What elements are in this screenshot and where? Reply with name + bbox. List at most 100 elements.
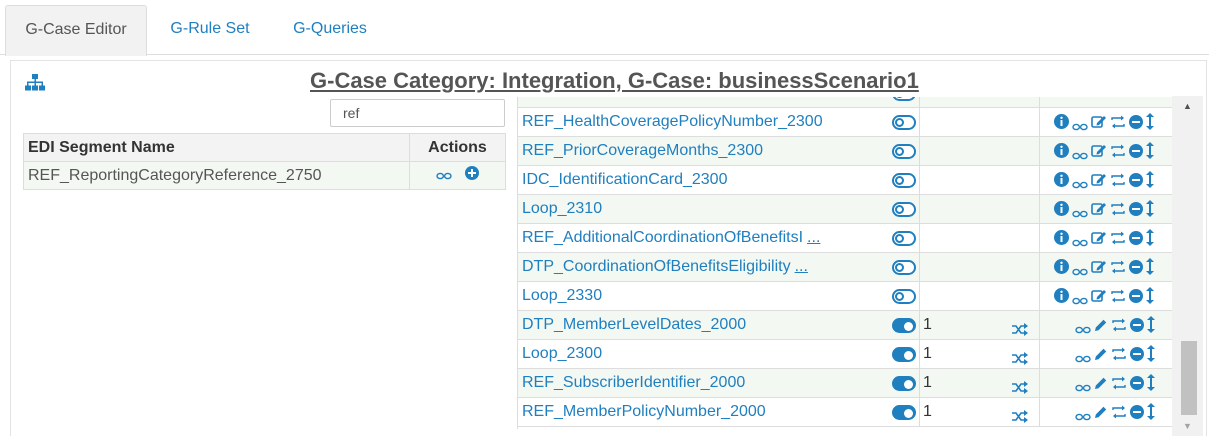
list-item[interactable]: DTP_MemberLevelDates_2000 1 bbox=[518, 311, 1172, 340]
move-icon[interactable] bbox=[1146, 113, 1154, 135]
link-icon[interactable] bbox=[1072, 205, 1088, 223]
move-icon[interactable] bbox=[1146, 229, 1154, 251]
info-icon[interactable] bbox=[1054, 114, 1069, 134]
edit-icon[interactable] bbox=[1091, 288, 1107, 308]
edit-icon[interactable] bbox=[1091, 114, 1107, 134]
scroll-thumb[interactable] bbox=[1181, 341, 1197, 415]
remove-icon[interactable] bbox=[1130, 405, 1144, 424]
pencil-icon[interactable] bbox=[1094, 376, 1108, 395]
enable-toggle[interactable] bbox=[892, 318, 916, 333]
remove-icon[interactable] bbox=[1129, 202, 1143, 221]
remove-icon[interactable] bbox=[1130, 376, 1144, 395]
tab-g-case-editor[interactable]: G-Case Editor bbox=[5, 5, 147, 56]
remove-icon[interactable] bbox=[1129, 231, 1143, 250]
enable-toggle[interactable] bbox=[892, 202, 916, 217]
link-icon[interactable] bbox=[1075, 321, 1091, 339]
list-item[interactable]: REF_PriorCoverageMonths_2300 bbox=[518, 137, 1172, 166]
remove-icon[interactable] bbox=[1129, 144, 1143, 163]
swap-icon[interactable] bbox=[1110, 231, 1126, 250]
swap-icon[interactable] bbox=[1111, 347, 1127, 366]
sitemap-icon[interactable] bbox=[24, 74, 46, 97]
list-item[interactable]: Loop_2310 bbox=[518, 195, 1172, 224]
link-icon[interactable] bbox=[1072, 292, 1088, 310]
expand-name-link[interactable]: ... bbox=[795, 258, 808, 275]
segment-link[interactable]: DTP_CoordinationOfBenefitsEligibility... bbox=[522, 253, 890, 281]
enable-toggle[interactable] bbox=[892, 144, 916, 159]
move-icon[interactable] bbox=[1147, 316, 1155, 338]
segment-link[interactable]: REF_AdditionalCoordinationOfBenefitsI... bbox=[522, 224, 890, 252]
swap-icon[interactable] bbox=[1111, 376, 1127, 395]
link-icon[interactable] bbox=[1075, 408, 1091, 426]
add-circle-icon[interactable] bbox=[464, 166, 479, 185]
swap-icon[interactable] bbox=[1110, 144, 1126, 163]
table-row[interactable]: REF_ReportingCategoryReference_2750 bbox=[23, 161, 506, 190]
edit-icon[interactable] bbox=[1091, 201, 1107, 221]
shuffle-icon[interactable] bbox=[1012, 405, 1028, 429]
link-icon[interactable] bbox=[1072, 147, 1088, 165]
info-icon[interactable] bbox=[1054, 201, 1069, 221]
list-item[interactable]: REF_SubscriberIdentifier_2000 1 bbox=[518, 369, 1172, 398]
enable-toggle[interactable] bbox=[892, 115, 916, 130]
segment-link[interactable]: Loop_2300 bbox=[522, 340, 890, 368]
column-header-segment-name[interactable]: EDI Segment Name bbox=[23, 133, 410, 162]
segment-link[interactable]: REF_MemberPolicyNumber_2000 bbox=[522, 398, 890, 426]
tab-g-queries[interactable]: G-Queries bbox=[275, 5, 385, 55]
enable-toggle[interactable] bbox=[892, 97, 916, 101]
pencil-icon[interactable] bbox=[1094, 405, 1108, 424]
enable-toggle[interactable] bbox=[892, 173, 916, 188]
link-icon[interactable] bbox=[1075, 350, 1091, 368]
link-icon[interactable] bbox=[1075, 379, 1091, 397]
remove-icon[interactable] bbox=[1130, 347, 1144, 366]
vertical-scrollbar[interactable]: ▲ ▼ bbox=[1172, 96, 1203, 436]
link-icon[interactable] bbox=[1072, 263, 1088, 281]
edit-icon[interactable] bbox=[1091, 172, 1107, 192]
pencil-icon[interactable] bbox=[1094, 347, 1108, 366]
swap-icon[interactable] bbox=[1111, 318, 1127, 337]
swap-icon[interactable] bbox=[1110, 289, 1126, 308]
enable-toggle[interactable] bbox=[892, 347, 916, 362]
move-icon[interactable] bbox=[1146, 200, 1154, 222]
enable-toggle[interactable] bbox=[892, 231, 916, 246]
scroll-down-arrow[interactable]: ▼ bbox=[1172, 416, 1203, 436]
edit-icon[interactable] bbox=[1091, 143, 1107, 163]
list-item[interactable]: Loop_2300 1 bbox=[518, 340, 1172, 369]
list-item[interactable] bbox=[518, 97, 1172, 108]
move-icon[interactable] bbox=[1146, 287, 1154, 309]
swap-icon[interactable] bbox=[1110, 173, 1126, 192]
segment-link[interactable]: REF_PriorCoverageMonths_2300 bbox=[522, 137, 890, 165]
swap-icon[interactable] bbox=[1110, 260, 1126, 279]
list-item[interactable]: REF_MemberPolicyNumber_2000 1 bbox=[518, 398, 1172, 429]
swap-icon[interactable] bbox=[1110, 115, 1126, 134]
enable-toggle[interactable] bbox=[892, 376, 916, 391]
list-item[interactable]: IDC_IdentificationCard_2300 bbox=[518, 166, 1172, 195]
info-icon[interactable] bbox=[1054, 172, 1069, 192]
scroll-up-arrow[interactable]: ▲ bbox=[1172, 96, 1203, 116]
remove-icon[interactable] bbox=[1129, 115, 1143, 134]
segment-link[interactable]: REF_HealthCoveragePolicyNumber_2300 bbox=[522, 108, 890, 136]
list-item[interactable]: REF_HealthCoveragePolicyNumber_2300 bbox=[518, 108, 1172, 137]
move-icon[interactable] bbox=[1146, 142, 1154, 164]
tab-g-rule-set[interactable]: G-Rule Set bbox=[155, 5, 265, 55]
segment-link[interactable]: Loop_2310 bbox=[522, 195, 890, 223]
info-icon[interactable] bbox=[1054, 288, 1069, 308]
info-icon[interactable] bbox=[1054, 143, 1069, 163]
enable-toggle[interactable] bbox=[892, 260, 916, 275]
swap-icon[interactable] bbox=[1111, 405, 1127, 424]
segment-link[interactable]: REF_SubscriberIdentifier_2000 bbox=[522, 369, 890, 397]
edit-icon[interactable] bbox=[1091, 259, 1107, 279]
info-icon[interactable] bbox=[1054, 259, 1069, 279]
link-icon[interactable] bbox=[436, 167, 452, 185]
list-item[interactable]: DTP_CoordinationOfBenefitsEligibility... bbox=[518, 253, 1172, 282]
swap-icon[interactable] bbox=[1110, 202, 1126, 221]
link-icon[interactable] bbox=[1072, 118, 1088, 136]
list-item[interactable]: REF_AdditionalCoordinationOfBenefitsI... bbox=[518, 224, 1172, 253]
pencil-icon[interactable] bbox=[1094, 318, 1108, 337]
move-icon[interactable] bbox=[1147, 345, 1155, 367]
segment-link[interactable]: IDC_IdentificationCard_2300 bbox=[522, 166, 890, 194]
remove-icon[interactable] bbox=[1130, 318, 1144, 337]
segment-link[interactable]: Loop_2330 bbox=[522, 282, 890, 310]
edit-icon[interactable] bbox=[1091, 230, 1107, 250]
move-icon[interactable] bbox=[1146, 258, 1154, 280]
remove-icon[interactable] bbox=[1129, 173, 1143, 192]
move-icon[interactable] bbox=[1146, 171, 1154, 193]
